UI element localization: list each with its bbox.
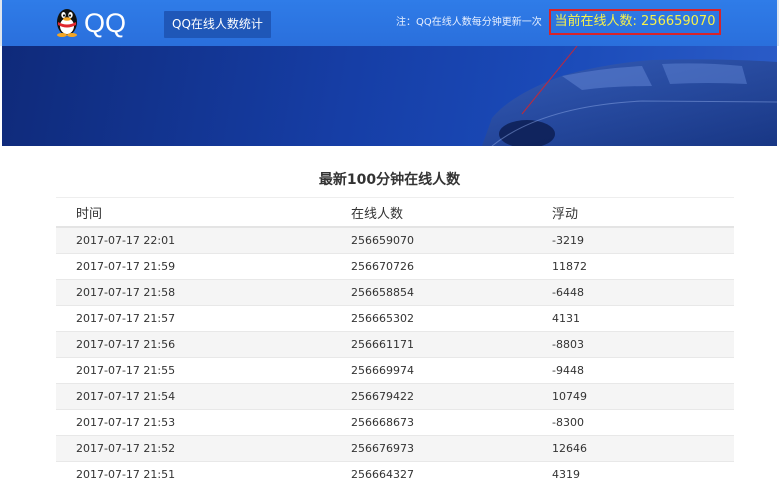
cell-change: -9448: [552, 364, 584, 377]
table-row: 2017-07-17 21:56 256661171 -8803: [56, 332, 734, 358]
cell-online-count: 256661171: [351, 338, 414, 351]
cell-online-count: 256668673: [351, 416, 414, 429]
cell-online-count: 256659070: [351, 234, 414, 247]
cell-change: 11872: [552, 260, 587, 273]
logo-text: QQ: [84, 8, 127, 38]
cell-time: 2017-07-17 21:57: [76, 312, 176, 325]
table-row: 2017-07-17 21:53 256668673 -8300: [56, 410, 734, 436]
cell-change: 4319: [552, 468, 580, 479]
cell-online-count: 256658854: [351, 286, 414, 299]
cell-change: 10749: [552, 390, 587, 403]
table-row: 2017-07-17 21:54 256679422 10749: [56, 384, 734, 410]
page: QQ QQ在线人数统计 注：QQ在线人数每分钟更新一次 当前在线人数: 2566…: [0, 0, 779, 479]
column-header-time: 时间: [76, 206, 103, 222]
table-row: 2017-07-17 21:51 256664327 4319: [56, 462, 734, 479]
cell-online-count: 256669974: [351, 364, 414, 377]
update-note: 注：QQ在线人数每分钟更新一次: [396, 17, 542, 28]
cell-change: -6448: [552, 286, 584, 299]
cell-change: 12646: [552, 442, 587, 455]
table-header: 时间 在线人数 浮动: [56, 198, 734, 228]
online-stats-table: 时间 在线人数 浮动 2017-07-17 22:01 256659070 -3…: [56, 197, 734, 479]
qq-logo[interactable]: QQ: [54, 6, 126, 40]
cell-time: 2017-07-17 21:55: [76, 364, 176, 377]
section-title: 最新100分钟在线人数: [318, 172, 461, 188]
cell-time: 2017-07-17 21:59: [76, 260, 176, 273]
column-header-change: 浮动: [552, 206, 579, 222]
cell-time: 2017-07-17 21:53: [76, 416, 176, 429]
cell-online-count: 256679422: [351, 390, 414, 403]
current-online-count: 当前在线人数: 256659070: [549, 9, 721, 35]
cell-change: -8803: [552, 338, 584, 351]
table-body: 2017-07-17 22:01 256659070 -3219 2017-07…: [56, 228, 734, 479]
cell-online-count: 256664327: [351, 468, 414, 479]
top-navbar: QQ QQ在线人数统计 注：QQ在线人数每分钟更新一次 当前在线人数: 2566…: [0, 0, 779, 46]
cell-time: 2017-07-17 21:54: [76, 390, 176, 403]
column-header-online-count: 在线人数: [351, 206, 404, 222]
cell-time: 2017-07-17 22:01: [76, 234, 176, 247]
table-row: 2017-07-17 21:57 256665302 4131: [56, 306, 734, 332]
banner-image: [2, 46, 777, 146]
cell-time: 2017-07-17 21:56: [76, 338, 176, 351]
table-row: 2017-07-17 21:52 256676973 12646: [56, 436, 734, 462]
cell-time: 2017-07-17 21:52: [76, 442, 176, 455]
nav-button-qq-online-stats[interactable]: QQ在线人数统计: [164, 11, 271, 38]
cell-change: -3219: [552, 234, 584, 247]
table-row: 2017-07-17 21:59 256670726 11872: [56, 254, 734, 280]
table-row: 2017-07-17 22:01 256659070 -3219: [56, 228, 734, 254]
cell-online-count: 256676973: [351, 442, 414, 455]
cell-online-count: 256665302: [351, 312, 414, 325]
table-row: 2017-07-17 21:55 256669974 -9448: [56, 358, 734, 384]
cell-change: -8300: [552, 416, 584, 429]
cell-online-count: 256670726: [351, 260, 414, 273]
table-row: 2017-07-17 21:58 256658854 -6448: [56, 280, 734, 306]
cell-time: 2017-07-17 21:51: [76, 468, 176, 479]
cell-change: 4131: [552, 312, 580, 325]
cell-time: 2017-07-17 21:58: [76, 286, 176, 299]
penguin-icon: [54, 5, 80, 41]
